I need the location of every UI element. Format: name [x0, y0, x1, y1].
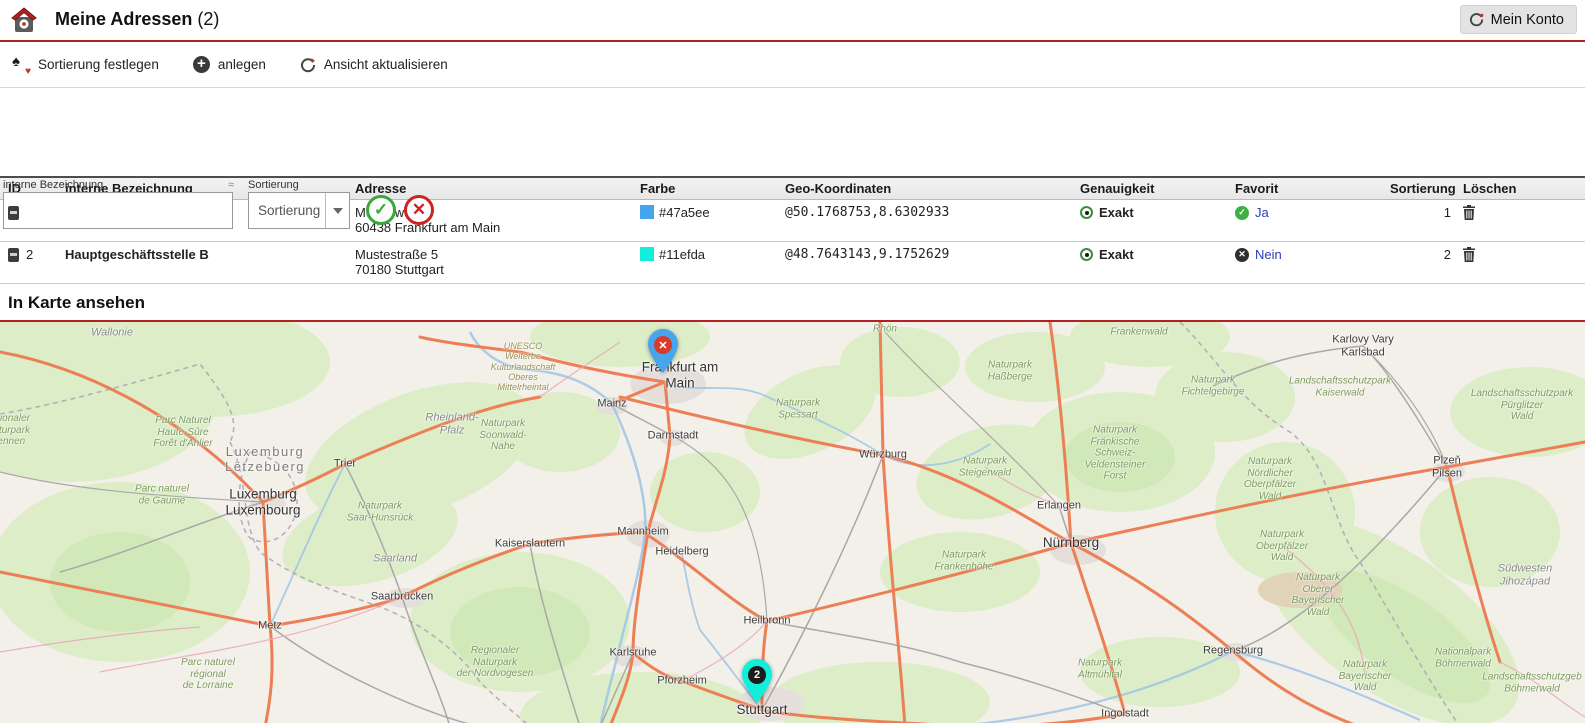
col-sort: Sortierung: [1382, 177, 1455, 200]
row-name: Hauptgeschäftsstelle B: [57, 242, 347, 284]
delete-button[interactable]: [1463, 205, 1475, 223]
map[interactable]: Wallonienationaler Naturpark PennenParc …: [0, 320, 1585, 723]
sort-select-value: Sortierung: [249, 203, 325, 218]
address-table: ID interne Bezeichnung Adresse Farbe Geo…: [0, 176, 1585, 284]
row-geo: @50.1768753,8.6302933: [777, 200, 1072, 242]
record-count: (2): [192, 9, 219, 29]
page-title: Meine Adressen (2): [55, 9, 219, 30]
target-icon: [1080, 248, 1093, 261]
target-icon: [1080, 206, 1093, 219]
col-address: Adresse: [347, 177, 632, 200]
row-address: Mustestraße 570180 Stuttgart: [347, 242, 632, 284]
refresh-icon: [1469, 12, 1484, 27]
apply-filter-button[interactable]: ✓: [366, 195, 396, 225]
table-header-row: ID interne Bezeichnung Adresse Farbe Geo…: [0, 177, 1585, 200]
table-row: 2 Hauptgeschäftsstelle B Mustestraße 570…: [0, 242, 1585, 284]
clear-filter-button[interactable]: ✕: [404, 195, 434, 225]
row-sort: 2: [1382, 242, 1455, 284]
color-swatch: [640, 247, 654, 261]
map-section-heading: In Karte ansehen: [0, 284, 1585, 320]
favorite-toggle-link[interactable]: Ja: [1255, 205, 1269, 220]
x-circle-icon: ✕: [1235, 248, 1249, 262]
name-filter-input[interactable]: [3, 192, 233, 229]
row-geo: @48.7643143,9.1752629: [777, 242, 1072, 284]
col-accuracy: Genauigkeit: [1072, 177, 1227, 200]
refresh-view-label: Ansicht aktualisieren: [324, 57, 448, 72]
delete-button[interactable]: [1463, 247, 1475, 265]
map-marker-frankfurt[interactable]: ✕: [646, 328, 680, 374]
marker-badge: ✕: [654, 336, 672, 354]
account-button[interactable]: Mein Konto: [1460, 5, 1577, 34]
home-icon[interactable]: [10, 6, 38, 34]
name-filter-label: interne Bezeichnung: [3, 179, 103, 191]
app-header: Meine Adressen (2) Mein Konto: [0, 0, 1585, 40]
row-accuracy: Exakt: [1072, 200, 1227, 242]
col-color: Farbe: [632, 177, 777, 200]
plus-circle-icon: +: [193, 56, 210, 73]
row-color: #47a5ee: [632, 200, 777, 242]
map-tiles: [0, 322, 1585, 723]
set-sorting-label: Sortierung festlegen: [38, 57, 159, 72]
chevron-down-icon: [325, 193, 349, 228]
create-label: anlegen: [218, 57, 266, 72]
check-circle-icon: ✓: [1235, 206, 1249, 220]
approx-symbol: ≈: [228, 179, 234, 191]
col-geo: Geo-Koordinaten: [777, 177, 1072, 200]
sort-select[interactable]: Sortierung: [248, 192, 350, 229]
marker-badge: 2: [748, 666, 766, 684]
account-button-label: Mein Konto: [1491, 12, 1564, 28]
address-card-icon: [8, 206, 19, 220]
address-card-icon: [8, 248, 19, 262]
row-favorite: ✕ Nein: [1227, 242, 1382, 284]
card-suits-icon: ♠♥: [12, 56, 30, 74]
table-row: 1 Hauptgeschäftsstelle A Musterweg 26043…: [0, 200, 1585, 242]
row-accuracy: Exakt: [1072, 242, 1227, 284]
row-sort: 1: [1382, 200, 1455, 242]
trash-icon: [1463, 247, 1475, 262]
filter-panel: interne Bezeichnung ≈ Sortierung Sortier…: [0, 88, 1585, 168]
refresh-view-button[interactable]: Ansicht aktualisieren: [300, 57, 448, 73]
set-sorting-button[interactable]: ♠♥ Sortierung festlegen: [12, 56, 159, 74]
map-marker-stuttgart[interactable]: 2: [740, 658, 774, 704]
row-id: 2: [26, 247, 33, 262]
row-favorite: ✓ Ja: [1227, 200, 1382, 242]
create-button[interactable]: + anlegen: [193, 56, 266, 73]
toolbar: ♠♥ Sortierung festlegen + anlegen Ansich…: [0, 42, 1585, 88]
col-favorite: Favorit: [1227, 177, 1382, 200]
favorite-toggle-link[interactable]: Nein: [1255, 247, 1282, 262]
row-color: #11efda: [632, 242, 777, 284]
color-swatch: [640, 205, 654, 219]
sort-filter-label: Sortierung: [248, 179, 299, 191]
col-delete: Löschen: [1455, 177, 1510, 200]
refresh-icon: [300, 57, 316, 73]
trash-icon: [1463, 205, 1475, 220]
